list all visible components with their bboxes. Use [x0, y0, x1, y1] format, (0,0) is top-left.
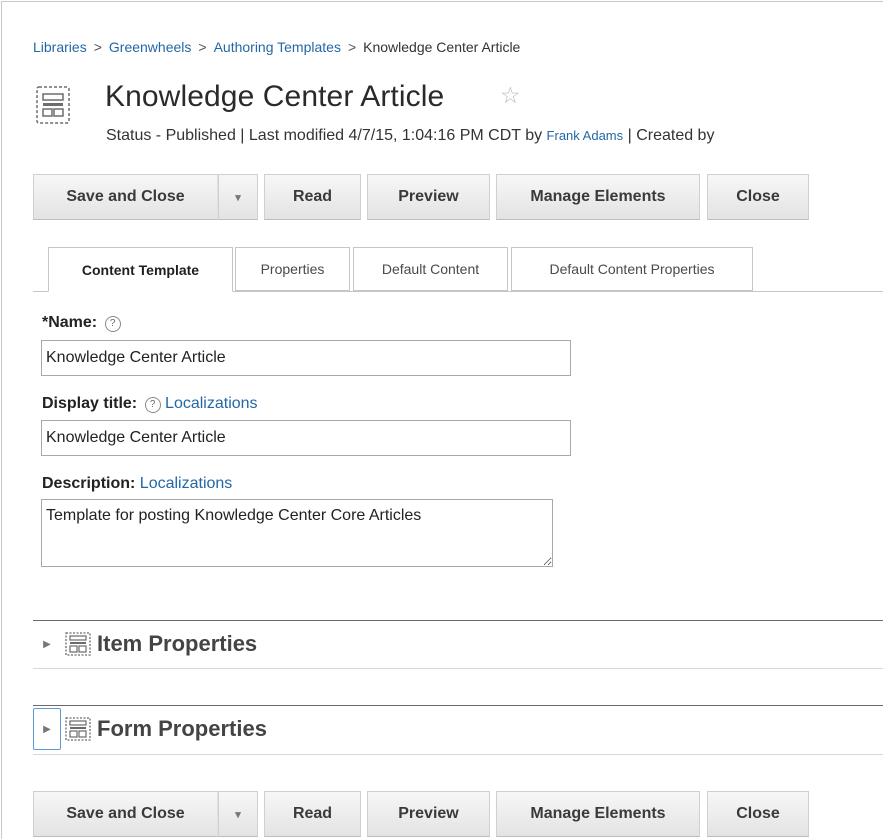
- preview-button[interactable]: Preview: [367, 174, 490, 220]
- tab-default-content[interactable]: Default Content: [353, 247, 508, 291]
- breadcrumb-current: Knowledge Center Article: [363, 39, 521, 55]
- tab-default-content-properties[interactable]: Default Content Properties: [511, 247, 753, 291]
- tab-properties[interactable]: Properties: [235, 247, 350, 291]
- help-icon[interactable]: ?: [144, 397, 161, 413]
- breadcrumb-greenwheels[interactable]: Greenwheels: [109, 39, 192, 55]
- display-title-label: Display title: ? Localizations: [42, 395, 258, 413]
- page-title: Knowledge Center Article: [105, 80, 445, 113]
- display-title-label-text: Display title:: [42, 395, 138, 412]
- display-title-input[interactable]: [41, 420, 571, 456]
- manage-elements-button[interactable]: Manage Elements: [496, 791, 700, 837]
- breadcrumb-separator: >: [347, 39, 357, 55]
- read-button[interactable]: Read: [264, 174, 361, 220]
- breadcrumb-separator: >: [93, 39, 102, 55]
- breadcrumb-separator: >: [198, 39, 207, 55]
- display-title-localizations-link[interactable]: Localizations: [165, 395, 258, 412]
- save-options-dropdown-button[interactable]: ▾: [218, 174, 258, 220]
- save-and-close-button[interactable]: Save and Close: [33, 791, 218, 837]
- status-created-by: | Created by: [623, 127, 715, 144]
- item-properties-title: Item Properties: [97, 631, 258, 656]
- section-bottom-border: [33, 754, 883, 755]
- breadcrumb-authoring-templates[interactable]: Authoring Templates: [214, 39, 341, 55]
- description-label-text: Description:: [42, 475, 136, 492]
- item-properties-header[interactable]: ▶ Item Properties: [33, 621, 257, 667]
- section-bottom-border: [33, 668, 883, 669]
- form-layout-icon: [65, 632, 91, 656]
- status-text: Status - Published | Last modified 4/7/1…: [106, 127, 547, 144]
- save-options-dropdown-button[interactable]: ▾: [218, 791, 258, 837]
- help-icon[interactable]: ?: [104, 316, 121, 332]
- tab-content-template[interactable]: Content Template: [48, 247, 233, 292]
- status-line: Status - Published | Last modified 4/7/1…: [106, 127, 714, 145]
- close-button[interactable]: Close: [707, 791, 809, 837]
- name-label: *Name: ?: [42, 314, 121, 332]
- form-layout-icon: [65, 717, 91, 741]
- toolbar-bottom: Save and Close ▾ Read Preview Manage Ele…: [33, 791, 809, 837]
- description-localizations-link[interactable]: Localizations: [140, 475, 233, 492]
- form-properties-title: Form Properties: [97, 716, 267, 741]
- description-label: Description: Localizations: [42, 475, 232, 493]
- save-and-close-button[interactable]: Save and Close: [33, 174, 218, 220]
- caret-right-icon[interactable]: ▶: [33, 708, 61, 750]
- caret-right-icon[interactable]: ▶: [33, 623, 61, 665]
- name-input[interactable]: [41, 340, 571, 376]
- template-icon: [36, 86, 70, 124]
- star-outline-icon[interactable]: ☆: [500, 82, 521, 109]
- name-label-text: *Name:: [42, 314, 98, 331]
- modified-by-link[interactable]: Frank Adams: [547, 128, 624, 143]
- preview-button[interactable]: Preview: [367, 791, 490, 837]
- close-button[interactable]: Close: [707, 174, 809, 220]
- tab-bar: Content Template Properties Default Cont…: [33, 247, 883, 292]
- breadcrumb-libraries[interactable]: Libraries: [33, 39, 87, 55]
- toolbar-top: Save and Close ▾ Read Preview Manage Ele…: [33, 174, 809, 220]
- form-properties-header[interactable]: ▶ Form Properties: [33, 706, 267, 752]
- breadcrumb: Libraries > Greenwheels > Authoring Template…: [33, 39, 520, 55]
- description-textarea[interactable]: Template for posting Knowledge Center Co…: [41, 499, 553, 567]
- read-button[interactable]: Read: [264, 791, 361, 837]
- manage-elements-button[interactable]: Manage Elements: [496, 174, 700, 220]
